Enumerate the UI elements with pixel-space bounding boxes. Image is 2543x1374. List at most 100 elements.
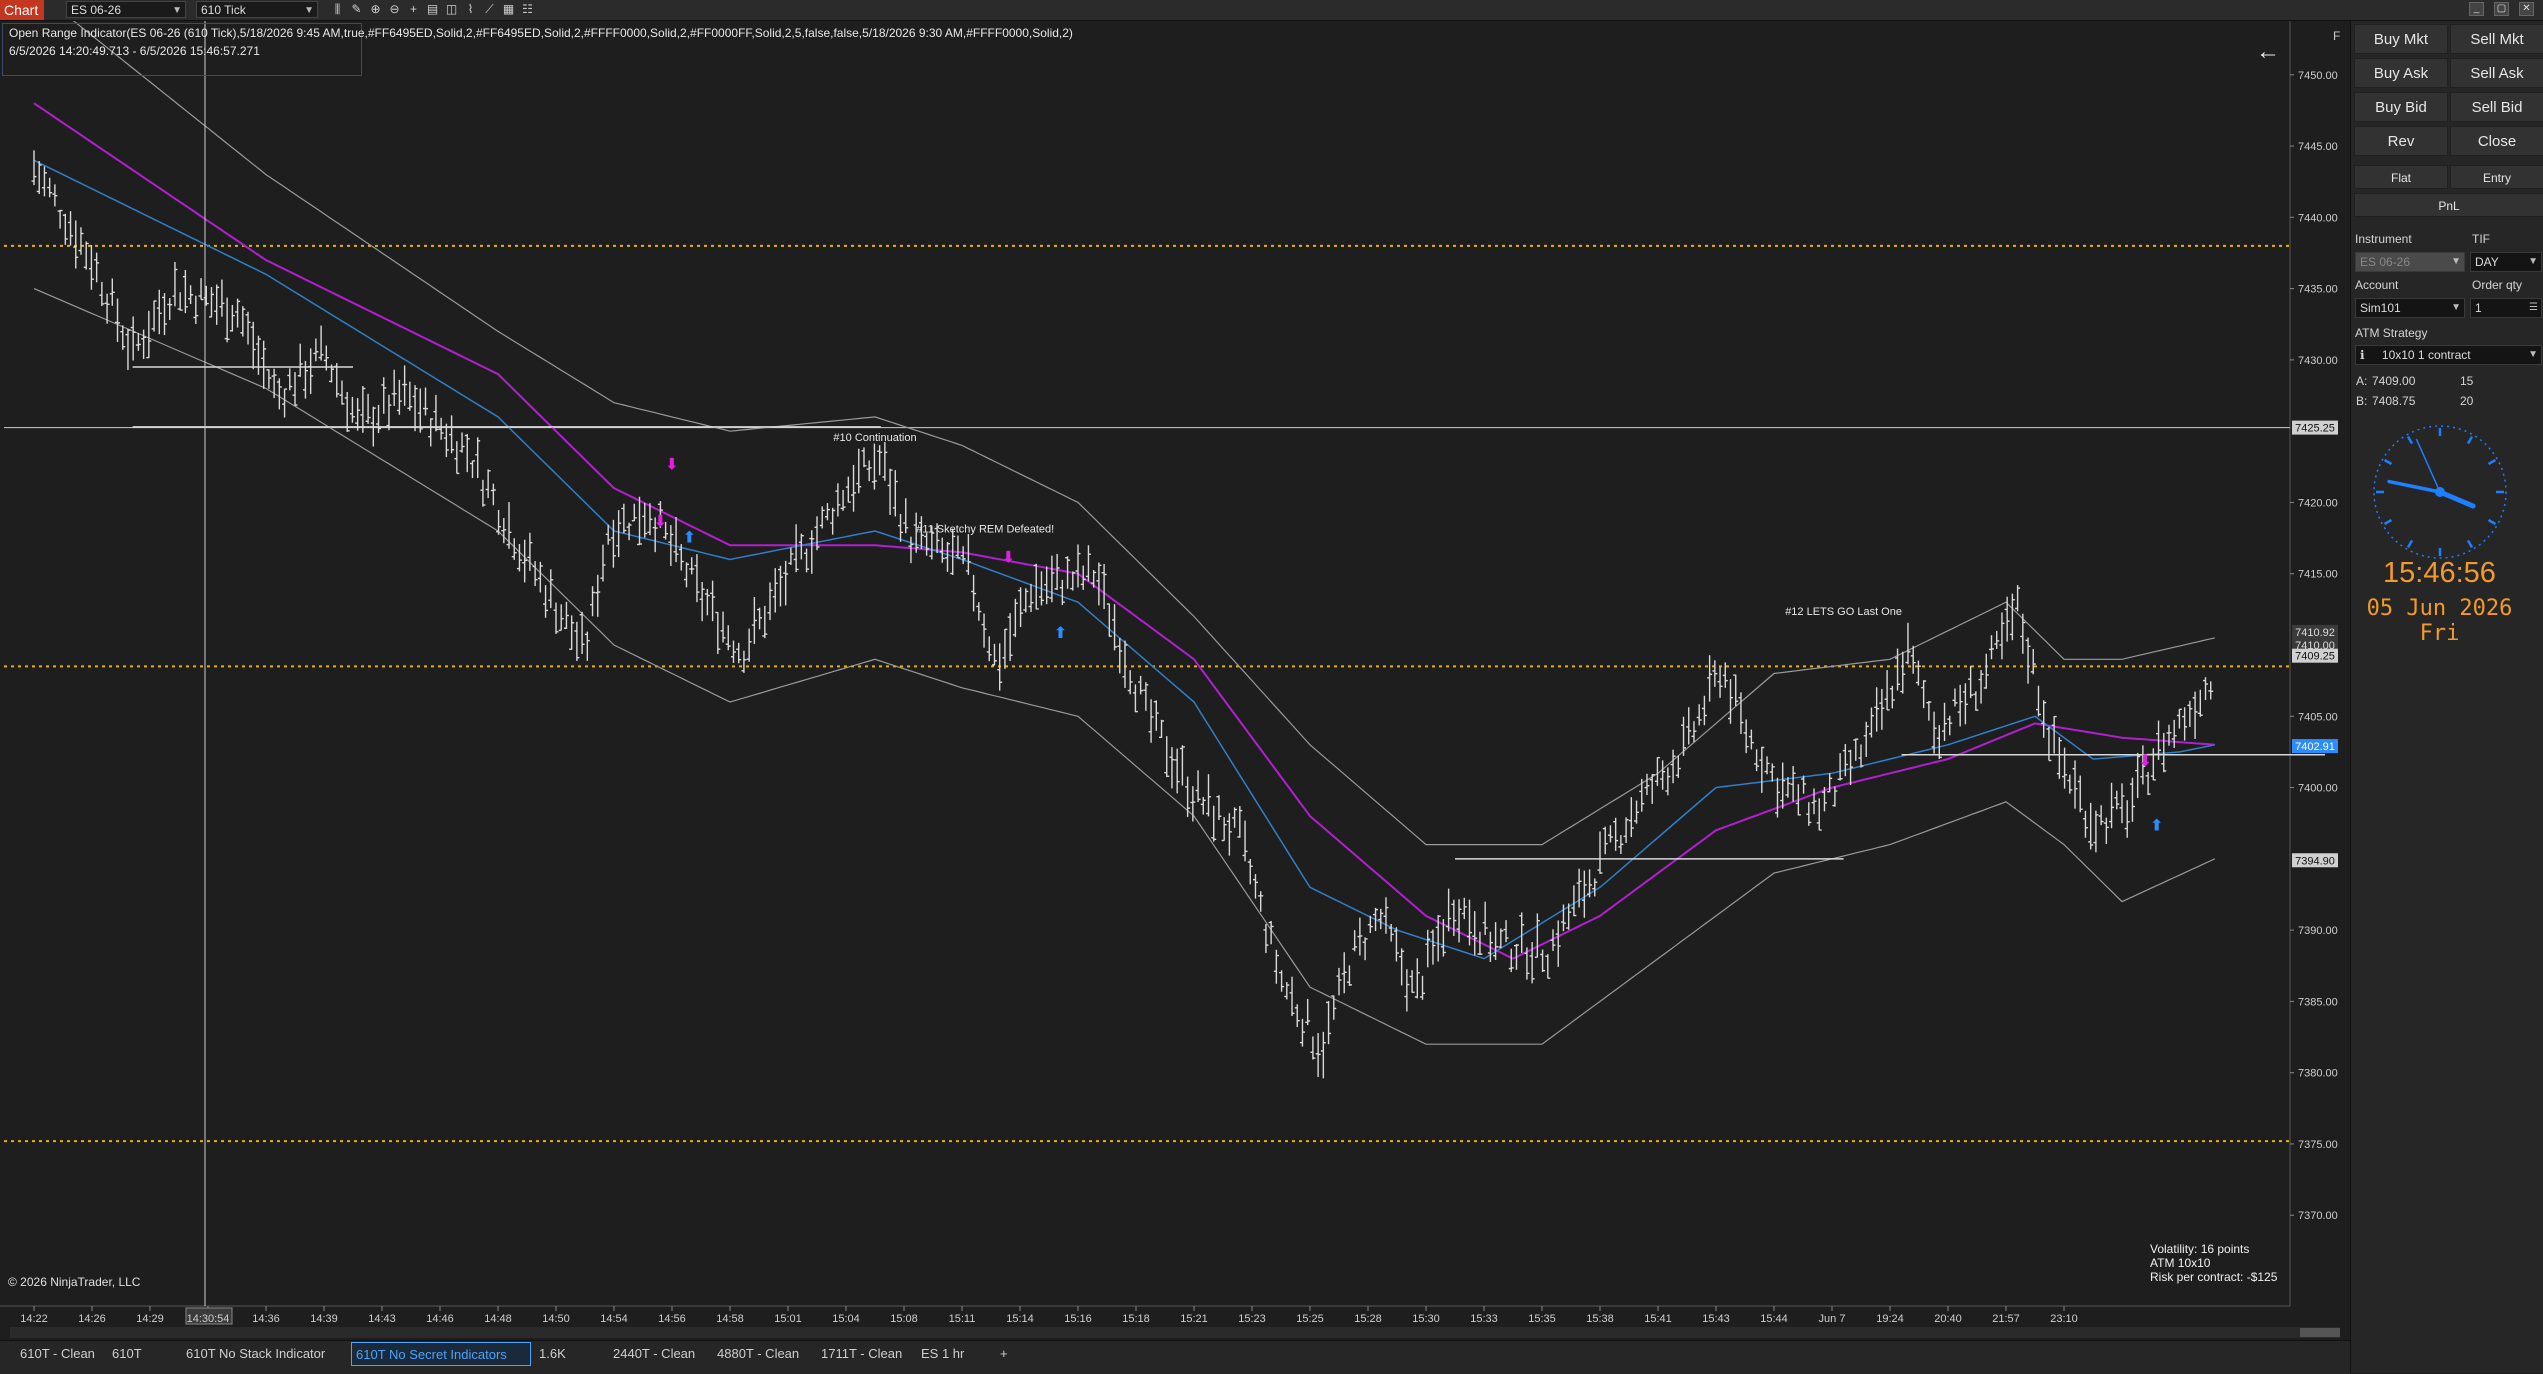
tab-es-1-hr[interactable]: ES 1 hr bbox=[917, 1342, 992, 1366]
scrollbar-thumb[interactable] bbox=[2300, 1328, 2340, 1337]
time-tick-label: 15:28 bbox=[1354, 1313, 1382, 1325]
price-tick-label: 7405.00 bbox=[2298, 711, 2338, 723]
clock-minute-hand bbox=[2387, 479, 2442, 494]
zoom-in-icon[interactable]: ⊕ bbox=[368, 2, 383, 17]
price-tick-label: 7420.00 bbox=[2298, 497, 2338, 509]
chevron-down-icon: ▼ bbox=[304, 5, 314, 16]
signal-down-arrow-icon: ⬇ bbox=[2138, 751, 2151, 770]
signal-down-arrow-icon: ⬇ bbox=[1002, 547, 1015, 566]
tab-1711t-clean[interactable]: 1711T - Clean bbox=[817, 1342, 913, 1366]
time-tick-label: 21:57 bbox=[1992, 1313, 2020, 1325]
chart-trader-icon[interactable]: ▦ bbox=[501, 2, 516, 17]
clock-hour-mark bbox=[2466, 539, 2474, 549]
properties-icon[interactable]: ▤ bbox=[425, 2, 440, 17]
tab-4880t-clean[interactable]: 4880T - Clean bbox=[713, 1342, 813, 1366]
chart-window-tab[interactable]: Chart bbox=[0, 0, 44, 20]
bars-icon[interactable]: ⫼ bbox=[330, 2, 345, 17]
order-qty-label: Order qty bbox=[2472, 278, 2523, 292]
horizontal-scrollbar[interactable] bbox=[10, 1327, 2340, 1338]
account-select[interactable]: Sim101 ▼ bbox=[2355, 298, 2465, 318]
clock-hour-mark bbox=[2487, 458, 2497, 466]
time-tick-label: 14:30:54 bbox=[187, 1313, 230, 1325]
add-tab-button[interactable]: + bbox=[996, 1342, 1026, 1366]
tab-2440t-clean[interactable]: 2440T - Clean bbox=[609, 1342, 709, 1366]
account-select-value: Sim101 bbox=[2360, 301, 2401, 315]
buy-bid-button[interactable]: Buy Bid bbox=[2354, 92, 2448, 122]
close-position-button[interactable]: Close bbox=[2450, 126, 2543, 156]
tab-610t[interactable]: 610T bbox=[108, 1342, 178, 1366]
price-chart[interactable]: ⬇ ⬇ ⬆ ⬇ ⬆ ⬇ ⬆ #10 Continuation #11 Sketchy REM D… bbox=[0, 21, 2350, 1339]
indicator-params: Open Range Indicator(ES 06-26 (610 Tick)… bbox=[9, 24, 1073, 42]
sell-mkt-button[interactable]: Sell Mkt bbox=[2450, 24, 2543, 54]
time-tick-label: 14:58 bbox=[716, 1313, 744, 1325]
price-marker-label: 7409.25 bbox=[2295, 651, 2335, 663]
instrument-field: ES 06-26 ▼ bbox=[2355, 252, 2465, 272]
pnl-button[interactable]: PnL bbox=[2354, 193, 2543, 217]
order-qty-stepper[interactable]: 1 ☰ bbox=[2470, 298, 2542, 318]
templates-icon[interactable]: ◫ bbox=[444, 2, 459, 17]
ask-label: A: bbox=[2356, 374, 2368, 388]
time-tick-label: 14:39 bbox=[310, 1313, 338, 1325]
time-tick-label: 19:24 bbox=[1876, 1313, 1904, 1325]
signal-up-arrow-icon: ⬆ bbox=[683, 527, 696, 546]
tab-610t-no-stack-indicator[interactable]: 610T No Stack Indicator bbox=[182, 1342, 347, 1366]
tab-610t-no-secret-indicators[interactable]: 610T No Secret Indicators bbox=[351, 1342, 531, 1366]
tif-select[interactable]: DAY ▼ bbox=[2470, 252, 2542, 272]
sell-bid-button[interactable]: Sell Bid bbox=[2450, 92, 2543, 122]
flat-button[interactable]: Flat bbox=[2354, 165, 2448, 189]
maximize-button[interactable]: ▢ bbox=[2494, 2, 2509, 16]
time-tick-label: 15:21 bbox=[1180, 1313, 1208, 1325]
atm-strategy-select[interactable]: ℹ 10x10 1 contract ▼ bbox=[2355, 345, 2542, 365]
time-tick-label: 15:23 bbox=[1238, 1313, 1266, 1325]
stat-risk: Risk per contract: -$125 bbox=[2150, 1270, 2278, 1284]
clock-hour-mark bbox=[2383, 458, 2393, 466]
price-tick-label: 7430.00 bbox=[2298, 355, 2338, 367]
ask-price: 7409.00 bbox=[2372, 374, 2416, 388]
clock-time: 15:46:56 bbox=[2383, 557, 2496, 589]
stepper-icon[interactable]: ☰ bbox=[2529, 299, 2538, 317]
signal-up-arrow-icon: ⬆ bbox=[1054, 623, 1067, 642]
signal-up-arrow-icon: ⬆ bbox=[2150, 815, 2163, 834]
pencil-icon[interactable]: ✎ bbox=[349, 2, 364, 17]
time-tick-label: 15:04 bbox=[832, 1313, 860, 1325]
time-tick-label: 15:41 bbox=[1644, 1313, 1672, 1325]
clock-hour-mark bbox=[2466, 435, 2474, 445]
clock-date: 05 Jun 2026 Fri bbox=[2366, 596, 2513, 646]
time-tick-label: 14:26 bbox=[78, 1313, 106, 1325]
price-tick-label: 7415.00 bbox=[2298, 569, 2338, 581]
buy-mkt-button[interactable]: Buy Mkt bbox=[2354, 24, 2448, 54]
info-icon: ℹ bbox=[2360, 348, 2365, 362]
layout-icon[interactable]: ☷ bbox=[520, 2, 535, 17]
time-tick-label: 15:18 bbox=[1122, 1313, 1150, 1325]
ask-size: 15 bbox=[2460, 374, 2474, 388]
time-tick-label: 15:43 bbox=[1702, 1313, 1730, 1325]
time-tick-label: 15:11 bbox=[949, 1313, 976, 1325]
entry-button[interactable]: Entry bbox=[2450, 165, 2543, 189]
tab-610t-clean[interactable]: 610T - Clean bbox=[16, 1342, 104, 1366]
buy-ask-button[interactable]: Buy Ask bbox=[2354, 58, 2448, 88]
bar-type-selector[interactable]: 610 Tick ▼ bbox=[196, 1, 318, 18]
time-tick-label: 15:14 bbox=[1006, 1313, 1034, 1325]
top-toolbar: Chart ES 06-26 ▼ 610 Tick ▼ ⫼ ✎ ⊕ ⊖ + ▤ ◫ ⌇ ⟋ ▦ ☷ … bbox=[0, 0, 2543, 21]
crosshair-icon[interactable]: + bbox=[406, 2, 421, 17]
order-qty-value: 1 bbox=[2475, 301, 2482, 315]
back-arrow-icon[interactable]: ← bbox=[2256, 38, 2280, 66]
tif-label: TIF bbox=[2472, 232, 2490, 246]
clock-hour-mark bbox=[2406, 539, 2414, 549]
price-tick-label: 7440.00 bbox=[2298, 212, 2338, 224]
account-label: Account bbox=[2355, 278, 2399, 292]
sell-ask-button[interactable]: Sell Ask bbox=[2450, 58, 2543, 88]
instrument-selector[interactable]: ES 06-26 ▼ bbox=[66, 1, 186, 18]
strategies-icon[interactable]: ⌇ bbox=[463, 2, 478, 17]
price-tick-label: 7400.00 bbox=[2298, 783, 2338, 795]
zoom-out-icon[interactable]: ⊖ bbox=[387, 2, 402, 17]
tab-1-6k[interactable]: 1.6K bbox=[535, 1342, 605, 1366]
bid-size: 20 bbox=[2460, 394, 2474, 408]
price-marker-label: 7394.90 bbox=[2295, 855, 2335, 867]
close-window-button[interactable]: ✕ bbox=[2519, 2, 2534, 16]
minimize-button[interactable]: _ bbox=[2469, 2, 2484, 16]
price-tick-label: 7385.00 bbox=[2298, 996, 2338, 1008]
reverse-button[interactable]: Rev bbox=[2354, 126, 2448, 156]
drawing-tools-icon[interactable]: ⟋ bbox=[482, 2, 497, 17]
indicator-info-box: Open Range Indicator(ES 06-26 (610 Tick)… bbox=[2, 23, 1073, 76]
